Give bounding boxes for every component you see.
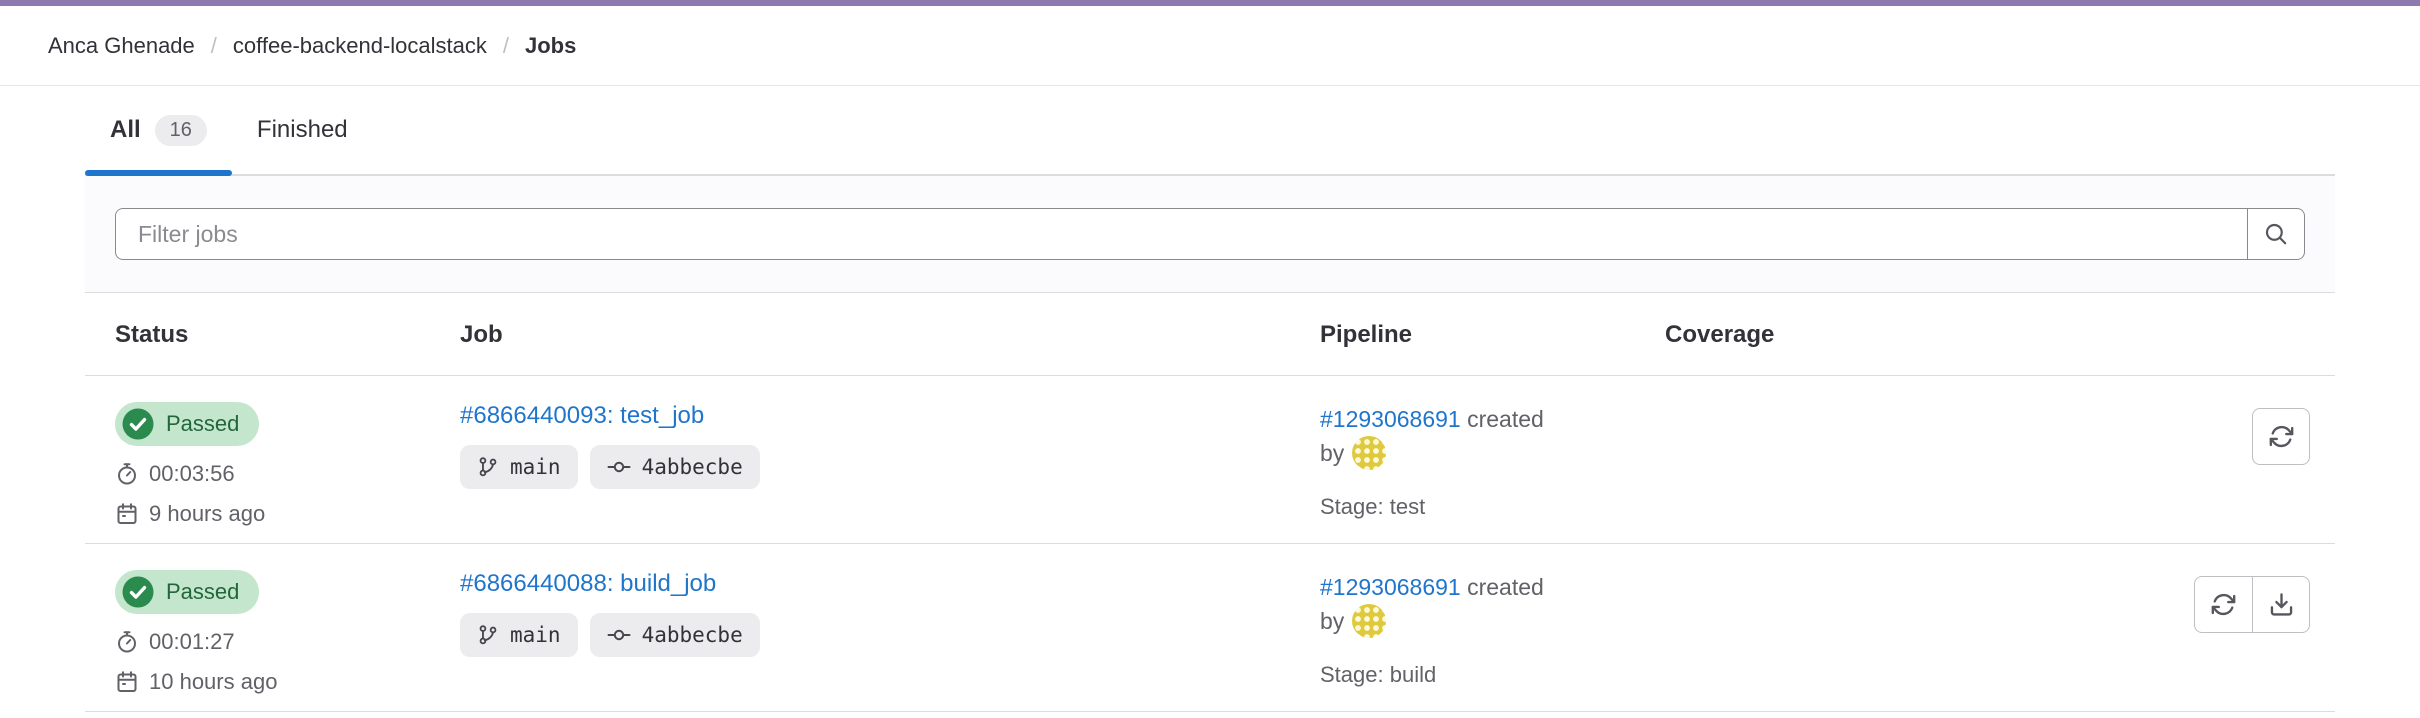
branch-icon xyxy=(477,456,499,478)
ref-badges: main 4abbecbe xyxy=(460,613,1320,657)
job-duration: 00:03:56 xyxy=(115,461,460,487)
status-cell: Passed 00:01:27 10 hours ago xyxy=(115,570,460,711)
tab-finished[interactable]: Finished xyxy=(232,86,373,174)
job-link[interactable]: #6866440088: build_job xyxy=(460,570,716,598)
ref-badges: main 4abbecbe xyxy=(460,445,1320,489)
status-badge-label: Passed xyxy=(166,411,239,437)
filter-jobs-input[interactable] xyxy=(115,208,2247,260)
tab-finished-label: Finished xyxy=(257,116,348,144)
status-success-icon xyxy=(122,408,154,440)
commit-icon xyxy=(607,455,631,479)
tab-all-label: All xyxy=(110,116,141,144)
commit-icon xyxy=(607,623,631,647)
timer-icon xyxy=(115,462,139,486)
pipeline-created-text: created xyxy=(1467,574,1544,600)
calendar-icon xyxy=(115,670,139,694)
commit-badge[interactable]: 4abbecbe xyxy=(590,613,760,657)
breadcrumb: Anca Ghenade / coffee-backend-localstack… xyxy=(0,6,2420,86)
status-success-icon xyxy=(122,576,154,608)
calendar-icon xyxy=(115,502,139,526)
breadcrumb-separator: / xyxy=(503,33,509,59)
triggerer-avatar[interactable] xyxy=(1352,604,1386,638)
job-age-value: 9 hours ago xyxy=(149,501,265,527)
tab-all[interactable]: All 16 xyxy=(85,86,232,174)
breadcrumb-current-page: Jobs xyxy=(525,33,576,59)
coverage-cell xyxy=(1665,570,2065,711)
status-badge[interactable]: Passed xyxy=(115,570,259,614)
download-icon xyxy=(2268,591,2295,618)
actions-cell xyxy=(2065,570,2310,711)
job-duration-value: 00:01:27 xyxy=(149,629,235,655)
pipeline-by-text: by xyxy=(1320,440,1344,466)
download-artifacts-button[interactable] xyxy=(2252,576,2310,633)
pipeline-stage: Stage: test xyxy=(1320,494,1665,520)
branch-badge[interactable]: main xyxy=(460,445,578,489)
pipeline-link[interactable]: #1293068691 xyxy=(1320,574,1461,600)
pipeline-by-line: by xyxy=(1320,436,1665,470)
job-cell: #6866440088: build_job main 4abbecbe xyxy=(460,570,1320,711)
tab-all-count-badge: 16 xyxy=(155,115,207,146)
search-button[interactable] xyxy=(2247,208,2305,260)
job-duration-value: 00:03:56 xyxy=(149,461,235,487)
pipeline-line: #1293068691 created xyxy=(1320,570,1665,604)
breadcrumb-separator: / xyxy=(211,33,217,59)
retry-icon xyxy=(2210,591,2237,618)
commit-sha: 4abbecbe xyxy=(642,623,743,647)
header-actions xyxy=(2065,321,2310,349)
header-pipeline: Pipeline xyxy=(1320,321,1665,349)
retry-job-button[interactable] xyxy=(2252,408,2310,465)
triggerer-avatar[interactable] xyxy=(1352,436,1386,470)
table-header-row: Status Job Pipeline Coverage xyxy=(85,293,2335,376)
coverage-cell xyxy=(1665,402,2065,543)
breadcrumb-project-link[interactable]: coffee-backend-localstack xyxy=(233,33,487,59)
jobs-tabs: All 16 Finished xyxy=(85,86,2335,176)
header-status: Status xyxy=(115,321,460,349)
job-actions-group xyxy=(2194,576,2310,633)
status-badge[interactable]: Passed xyxy=(115,402,259,446)
branch-icon xyxy=(477,624,499,646)
pipeline-by-text: by xyxy=(1320,608,1344,634)
branch-name: main xyxy=(510,455,561,479)
pipeline-cell: #1293068691 created by Stage: test xyxy=(1320,402,1665,543)
job-age-value: 10 hours ago xyxy=(149,669,277,695)
filter-search-group xyxy=(115,208,2305,260)
header-coverage: Coverage xyxy=(1665,321,2065,349)
table-row: Passed 00:01:27 10 hours ago #6866440088… xyxy=(85,544,2335,712)
pipeline-line: #1293068691 created xyxy=(1320,402,1665,436)
branch-name: main xyxy=(510,623,561,647)
pipeline-cell: #1293068691 created by Stage: build xyxy=(1320,570,1665,711)
filter-panel xyxy=(85,176,2335,293)
header-job: Job xyxy=(460,321,1320,349)
pipeline-by-line: by xyxy=(1320,604,1665,638)
search-icon xyxy=(2263,221,2289,247)
pipeline-stage: Stage: build xyxy=(1320,662,1665,688)
job-cell: #6866440093: test_job main 4abbecbe xyxy=(460,402,1320,543)
branch-badge[interactable]: main xyxy=(460,613,578,657)
breadcrumb-group-link[interactable]: Anca Ghenade xyxy=(48,33,195,59)
actions-cell xyxy=(2065,402,2310,543)
commit-badge[interactable]: 4abbecbe xyxy=(590,445,760,489)
retry-job-button[interactable] xyxy=(2194,576,2252,633)
pipeline-link[interactable]: #1293068691 xyxy=(1320,406,1461,432)
job-duration: 00:01:27 xyxy=(115,629,460,655)
job-link[interactable]: #6866440093: test_job xyxy=(460,402,704,430)
retry-icon xyxy=(2268,423,2295,450)
status-cell: Passed 00:03:56 9 hours ago xyxy=(115,402,460,543)
timer-icon xyxy=(115,630,139,654)
job-age: 9 hours ago xyxy=(115,501,460,527)
pipeline-created-text: created xyxy=(1467,406,1544,432)
jobs-table: Status Job Pipeline Coverage Passed 00:0… xyxy=(85,293,2335,712)
commit-sha: 4abbecbe xyxy=(642,455,743,479)
table-row: Passed 00:03:56 9 hours ago #6866440093:… xyxy=(85,376,2335,544)
status-badge-label: Passed xyxy=(166,579,239,605)
job-age: 10 hours ago xyxy=(115,669,460,695)
